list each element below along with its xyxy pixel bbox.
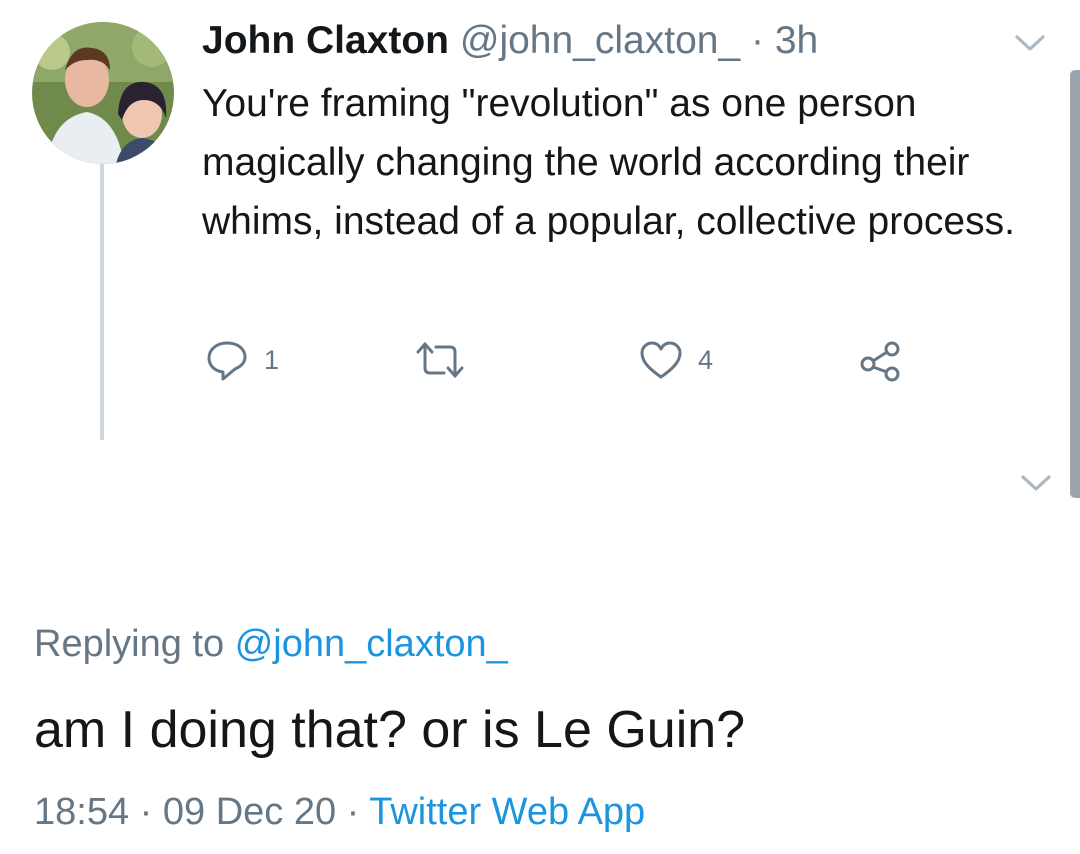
share-icon [860,341,900,382]
tweet-source-link[interactable]: Twitter Web App [369,791,645,833]
like-button[interactable]: 4 [638,338,713,382]
tweet-time[interactable]: 3h [775,19,818,62]
meta-separator: · [139,791,153,833]
avatar[interactable] [32,22,174,164]
replying-to-line: Replying to @john_claxton_ [34,620,508,668]
replying-prefix: Replying to [34,623,225,665]
tweet-meta: 18:54 · 09 Dec 20 · Twitter Web App [34,788,645,836]
retweet-button[interactable] [414,338,480,382]
heart-icon [640,341,682,379]
reply-count: 1 [264,344,280,375]
header-separator: · [750,19,764,62]
reply-icon [207,341,247,381]
retweet-icon [416,342,464,378]
tweet-date[interactable]: 09 Dec 20 [163,791,336,833]
replying-handle-link[interactable]: @john_claxton_ [235,623,508,665]
reply-button[interactable]: 1 [204,338,279,382]
like-count: 4 [698,344,714,375]
scrollbar-thumb[interactable] [1070,70,1080,498]
reply-tweet-text: am I doing that? or is Le Guin? [34,701,746,759]
thread-connector-line [100,160,104,440]
avatar-image [32,22,174,164]
tweet-timestamp[interactable]: 18:54 [34,791,129,833]
meta-separator-2: · [346,791,360,833]
chevron-down-icon[interactable] [1018,472,1054,494]
tweet-text: You're framing "revolution" as one perso… [202,82,1015,243]
share-button[interactable] [858,338,904,382]
author-handle[interactable]: @john_claxton_ [460,19,740,62]
tweet-header: John Claxton @john_claxton_ · 3h [202,18,818,64]
chevron-down-icon[interactable] [1012,32,1048,54]
author-name[interactable]: John Claxton [202,19,449,62]
